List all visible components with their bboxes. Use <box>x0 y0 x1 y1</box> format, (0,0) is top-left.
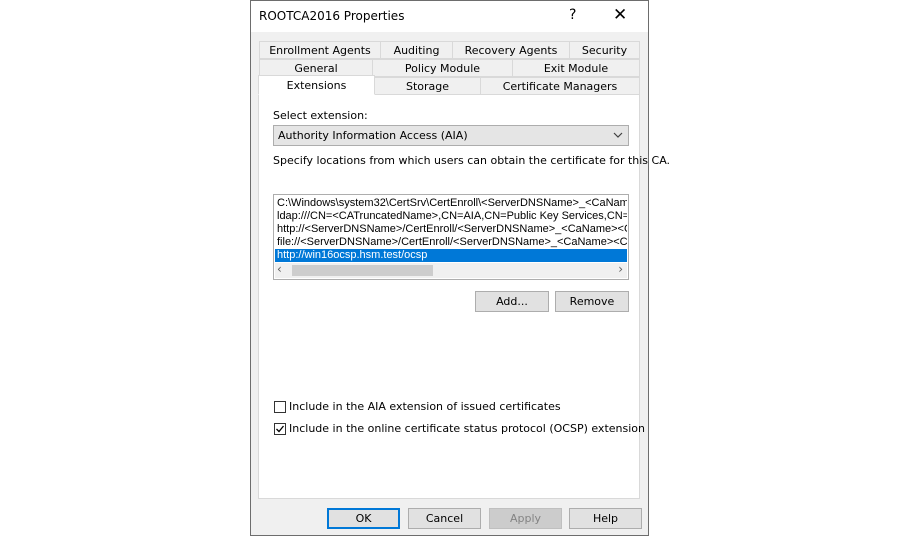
extension-select-value: Authority Information Access (AIA) <box>278 129 468 142</box>
scroll-right-icon[interactable]: › <box>618 262 623 276</box>
add-button[interactable]: Add... <box>475 291 549 312</box>
tab-certificate-managers[interactable]: Certificate Managers <box>480 77 640 95</box>
horizontal-scrollbar[interactable]: ‹ › <box>275 262 627 278</box>
scroll-left-icon[interactable]: ‹ <box>277 262 282 276</box>
description-text: Specify locations from which users can o… <box>273 154 671 167</box>
aia-checkbox[interactable] <box>274 401 286 413</box>
ok-button[interactable]: OK <box>327 508 400 529</box>
cancel-button[interactable]: Cancel <box>408 508 481 529</box>
select-extension-label: Select extension: <box>273 109 368 122</box>
help-button[interactable]: Help <box>569 508 642 529</box>
tab-extensions[interactable]: Extensions <box>258 75 375 95</box>
window-title: ROOTCA2016 Properties <box>259 9 405 23</box>
tab-policy-module[interactable]: Policy Module <box>372 59 513 77</box>
extension-select[interactable]: Authority Information Access (AIA) <box>273 125 629 146</box>
list-item[interactable]: file://<ServerDNSName>/CertEnroll/<Serve… <box>275 236 627 249</box>
tab-recovery-agents[interactable]: Recovery Agents <box>452 41 570 59</box>
tab-auditing[interactable]: Auditing <box>380 41 453 59</box>
list-item[interactable]: http://<ServerDNSName>/CertEnroll/<Serve… <box>275 223 627 236</box>
remove-button[interactable]: Remove <box>555 291 629 312</box>
help-icon[interactable]: ? <box>569 7 576 23</box>
locations-listbox[interactable]: C:\Windows\system32\CertSrv\CertEnroll\<… <box>273 194 629 280</box>
tab-enrollment-agents[interactable]: Enrollment Agents <box>259 41 381 59</box>
properties-dialog: ROOTCA2016 Properties ? ✕ Enrollment Age… <box>250 0 670 536</box>
tab-exit-module[interactable]: Exit Module <box>512 59 640 77</box>
list-item[interactable]: ldap:///CN=<CATruncatedName>,CN=AIA,CN=P… <box>275 210 627 223</box>
ocsp-checkbox-label[interactable]: Include in the online certificate status… <box>289 422 645 435</box>
close-icon[interactable]: ✕ <box>613 5 627 25</box>
chevron-down-icon <box>613 127 623 146</box>
scroll-thumb[interactable] <box>292 265 433 276</box>
tab-security[interactable]: Security <box>569 41 640 59</box>
tab-storage[interactable]: Storage <box>374 77 481 95</box>
title-bar: ROOTCA2016 Properties ? ✕ <box>251 1 648 32</box>
list-item[interactable]: C:\Windows\system32\CertSrv\CertEnroll\<… <box>275 197 627 210</box>
checkmark-icon <box>276 425 285 433</box>
apply-button[interactable]: Apply <box>489 508 562 529</box>
aia-checkbox-label[interactable]: Include in the AIA extension of issued c… <box>289 400 561 413</box>
list-item-selected[interactable]: http://win16ocsp.hsm.test/ocsp <box>275 249 627 262</box>
extensions-panel: Select extension: Authority Information … <box>258 94 670 499</box>
ocsp-checkbox[interactable] <box>274 423 286 435</box>
